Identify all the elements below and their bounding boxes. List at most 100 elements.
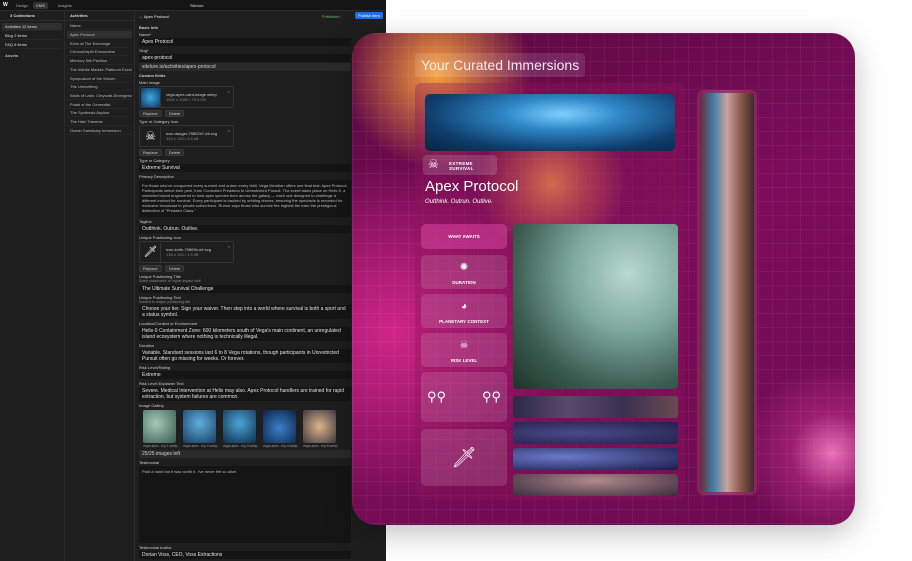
- activity-item[interactable]: The Infinite Market: Platinum Exclusive: [67, 66, 132, 74]
- knife-icon: 🗡: [451, 447, 477, 469]
- delete-button[interactable]: Delete: [164, 110, 185, 117]
- item-title: Apex Protocol: [143, 14, 169, 19]
- next-immersion-preview[interactable]: [697, 90, 757, 495]
- tile-label: WHAT AWAITS: [448, 234, 480, 239]
- gallery-strip-image[interactable]: [513, 396, 678, 418]
- activity-item[interactable]: Feast of the Generalist: [67, 101, 132, 109]
- description-textarea[interactable]: For those who've conquered every summit …: [139, 180, 351, 217]
- tab-design[interactable]: Design: [13, 2, 31, 9]
- activity-item[interactable]: Memory Silk Pavilion: [67, 57, 132, 66]
- author-label: Testimonial Author: [139, 545, 172, 550]
- collection-item[interactable]: Blog 2 items: [2, 32, 62, 40]
- remove-icon[interactable]: ×: [228, 244, 230, 249]
- quote-close-icon: ⚲⚲: [481, 389, 501, 404]
- remove-icon[interactable]: ×: [228, 89, 230, 94]
- replace-button[interactable]: Replace: [139, 110, 162, 117]
- collections-panel: 3 Collections Activities 12 items Blog 2…: [0, 11, 65, 561]
- activity-item[interactable]: Walls of Latin: Chrysalis Emergence: [67, 92, 132, 100]
- up-title-input[interactable]: The Ultimate Survival Challenge: [139, 284, 351, 293]
- testimonial-label: Testimonial: [139, 460, 160, 465]
- activity-item[interactable]: ChronoDepth Encounters: [67, 48, 132, 57]
- collection-item[interactable]: Activities 12 items: [2, 23, 62, 31]
- risk-input[interactable]: Extreme: [139, 371, 351, 379]
- activity-item[interactable]: The Halo Traverse: [67, 118, 132, 126]
- gallery-strip-image[interactable]: [513, 422, 678, 444]
- duration-input[interactable]: Variable. Standard sessions last 6 to 8 …: [139, 349, 351, 363]
- type-icon-file[interactable]: ☠ icon-danger-79802b7-##.svg 133 x 133 •…: [139, 125, 234, 147]
- activity-item[interactable]: Apex Protocol: [67, 31, 132, 39]
- quote-open-icon: ⚲⚲: [427, 389, 447, 404]
- delete-button[interactable]: Delete: [164, 149, 185, 156]
- location-label: Location/Context or Environment: [139, 321, 198, 326]
- activity-item[interactable]: The Unearthing: [67, 83, 132, 92]
- gallery-image[interactable]: [223, 410, 256, 443]
- skull-icon: ☠: [459, 340, 469, 351]
- tile-quote: ⚲⚲ ⚲⚲: [421, 372, 507, 422]
- gallery-image[interactable]: [263, 410, 296, 443]
- immersion-name: Apex Protocol: [425, 178, 519, 195]
- tab-cms[interactable]: CMS: [33, 2, 48, 9]
- replace-button[interactable]: Replace: [139, 149, 162, 156]
- description-label: Primary Description: [139, 174, 174, 179]
- knife-icon: 🗡: [141, 243, 161, 262]
- risk-explainer-input[interactable]: Severe. Medical Intervention at Helix ma…: [139, 387, 351, 401]
- up-icon-file[interactable]: 🗡 icon-knife-79809b-##.svg 133 x 133 • 1…: [139, 241, 234, 263]
- activity-item[interactable]: The Synthesis Asylum: [67, 109, 132, 118]
- immersion-tagline: Outthink. Outrun. Outlive.: [425, 199, 493, 205]
- replace-button[interactable]: Replace: [139, 265, 162, 272]
- up-text-input[interactable]: Choose your tier. Sign your waiver. Then…: [139, 305, 351, 319]
- tile-what-awaits[interactable]: WHAT AWAITS: [421, 224, 507, 249]
- gallery-image[interactable]: [143, 410, 176, 443]
- tab-insights[interactable]: Insights: [55, 2, 75, 9]
- location-input[interactable]: Helix-9 Containment Zone: 600 kilometers…: [139, 327, 351, 341]
- top-bar: W Design CMS Insights Sitelure: [0, 0, 386, 11]
- main-image-file[interactable]: vega-apex-card-image.webp 1500 x 1000 • …: [139, 86, 234, 108]
- file-actions: Replace Delete: [139, 149, 352, 156]
- gallery-strip-image[interactable]: [513, 448, 678, 470]
- tagline-label: Tagline: [139, 219, 152, 224]
- risk-explainer-label: Risk Level Explainer Text: [139, 381, 184, 386]
- author-input[interactable]: Dorian Voss, CEO, Voss Extractions: [139, 551, 351, 559]
- gallery-image[interactable]: [303, 410, 336, 443]
- tagline-input[interactable]: Outthink. Outrun. Outlive.: [139, 225, 351, 233]
- type-input[interactable]: Extreme Survival: [139, 164, 351, 172]
- file-size: 1500 x 1000 • 75.6 KB: [166, 97, 206, 102]
- item-fields: Basic Info Name* Apex Protocol Slug* ape…: [139, 23, 352, 561]
- gallery-image[interactable]: [183, 410, 216, 443]
- up-title-hint: Some stats/metric or higher impact stuff: [139, 279, 201, 283]
- slug-input[interactable]: apex-protocol: [139, 54, 351, 62]
- file-actions: Replace Delete: [139, 110, 352, 117]
- assets-item[interactable]: Assets: [2, 52, 62, 60]
- file-size: 133 x 133 • 2.4 kB: [166, 136, 199, 141]
- activity-item[interactable]: Echo at The Exchange: [67, 40, 132, 48]
- publish-button[interactable]: Publish item: [355, 12, 383, 19]
- collection-item[interactable]: FAQ 6 items: [2, 41, 62, 49]
- item-url[interactable]: sitelure.io/activities/apex-protocol: [139, 63, 351, 71]
- remove-icon[interactable]: ×: [228, 128, 230, 133]
- delete-button[interactable]: Delete: [164, 265, 185, 272]
- back-title[interactable]: ← Apex Protocol: [139, 14, 169, 19]
- tile-planetary-context[interactable]: ◕ PLANETARY CONTEXT: [421, 294, 507, 328]
- testimonial-textarea[interactable]: Paid a hand but it was worth it. I've ne…: [139, 466, 351, 543]
- collection-count: 2 items: [14, 33, 28, 38]
- status-badge: Published: [322, 14, 340, 19]
- hero-image: [425, 94, 675, 151]
- file-actions: Replace Delete: [139, 265, 352, 272]
- activity-item[interactable]: Symposium of the Woven: [67, 75, 132, 83]
- gallery-caption: vega-apex...ery-3.webp: [223, 444, 258, 448]
- file-size: 133 x 133 • 1.5 kB: [166, 252, 199, 257]
- tile-risk-level[interactable]: ☠ RISK LEVEL: [421, 333, 507, 367]
- collection-label: Blog: [5, 33, 14, 38]
- collection-label: FAQ: [5, 42, 14, 47]
- up-text-hint: Subtext to unique positioning title: [139, 299, 191, 304]
- tile-duration[interactable]: ✺ DURATION: [421, 255, 507, 289]
- collection-count: 6 items: [14, 42, 28, 47]
- gallery-caption: vega-apex...ery-4.webp: [263, 444, 298, 448]
- card-title: Your Curated Immersions: [415, 53, 586, 77]
- collections-title: 3 Collections: [0, 11, 64, 21]
- site-name: Sitelure: [190, 3, 204, 8]
- name-input[interactable]: Apex Protocol: [139, 38, 351, 46]
- activities-title: Activities: [65, 11, 134, 21]
- gallery-strip-image[interactable]: [513, 474, 678, 496]
- activity-item[interactable]: Ocean Sanctuary Immersion: [67, 127, 132, 135]
